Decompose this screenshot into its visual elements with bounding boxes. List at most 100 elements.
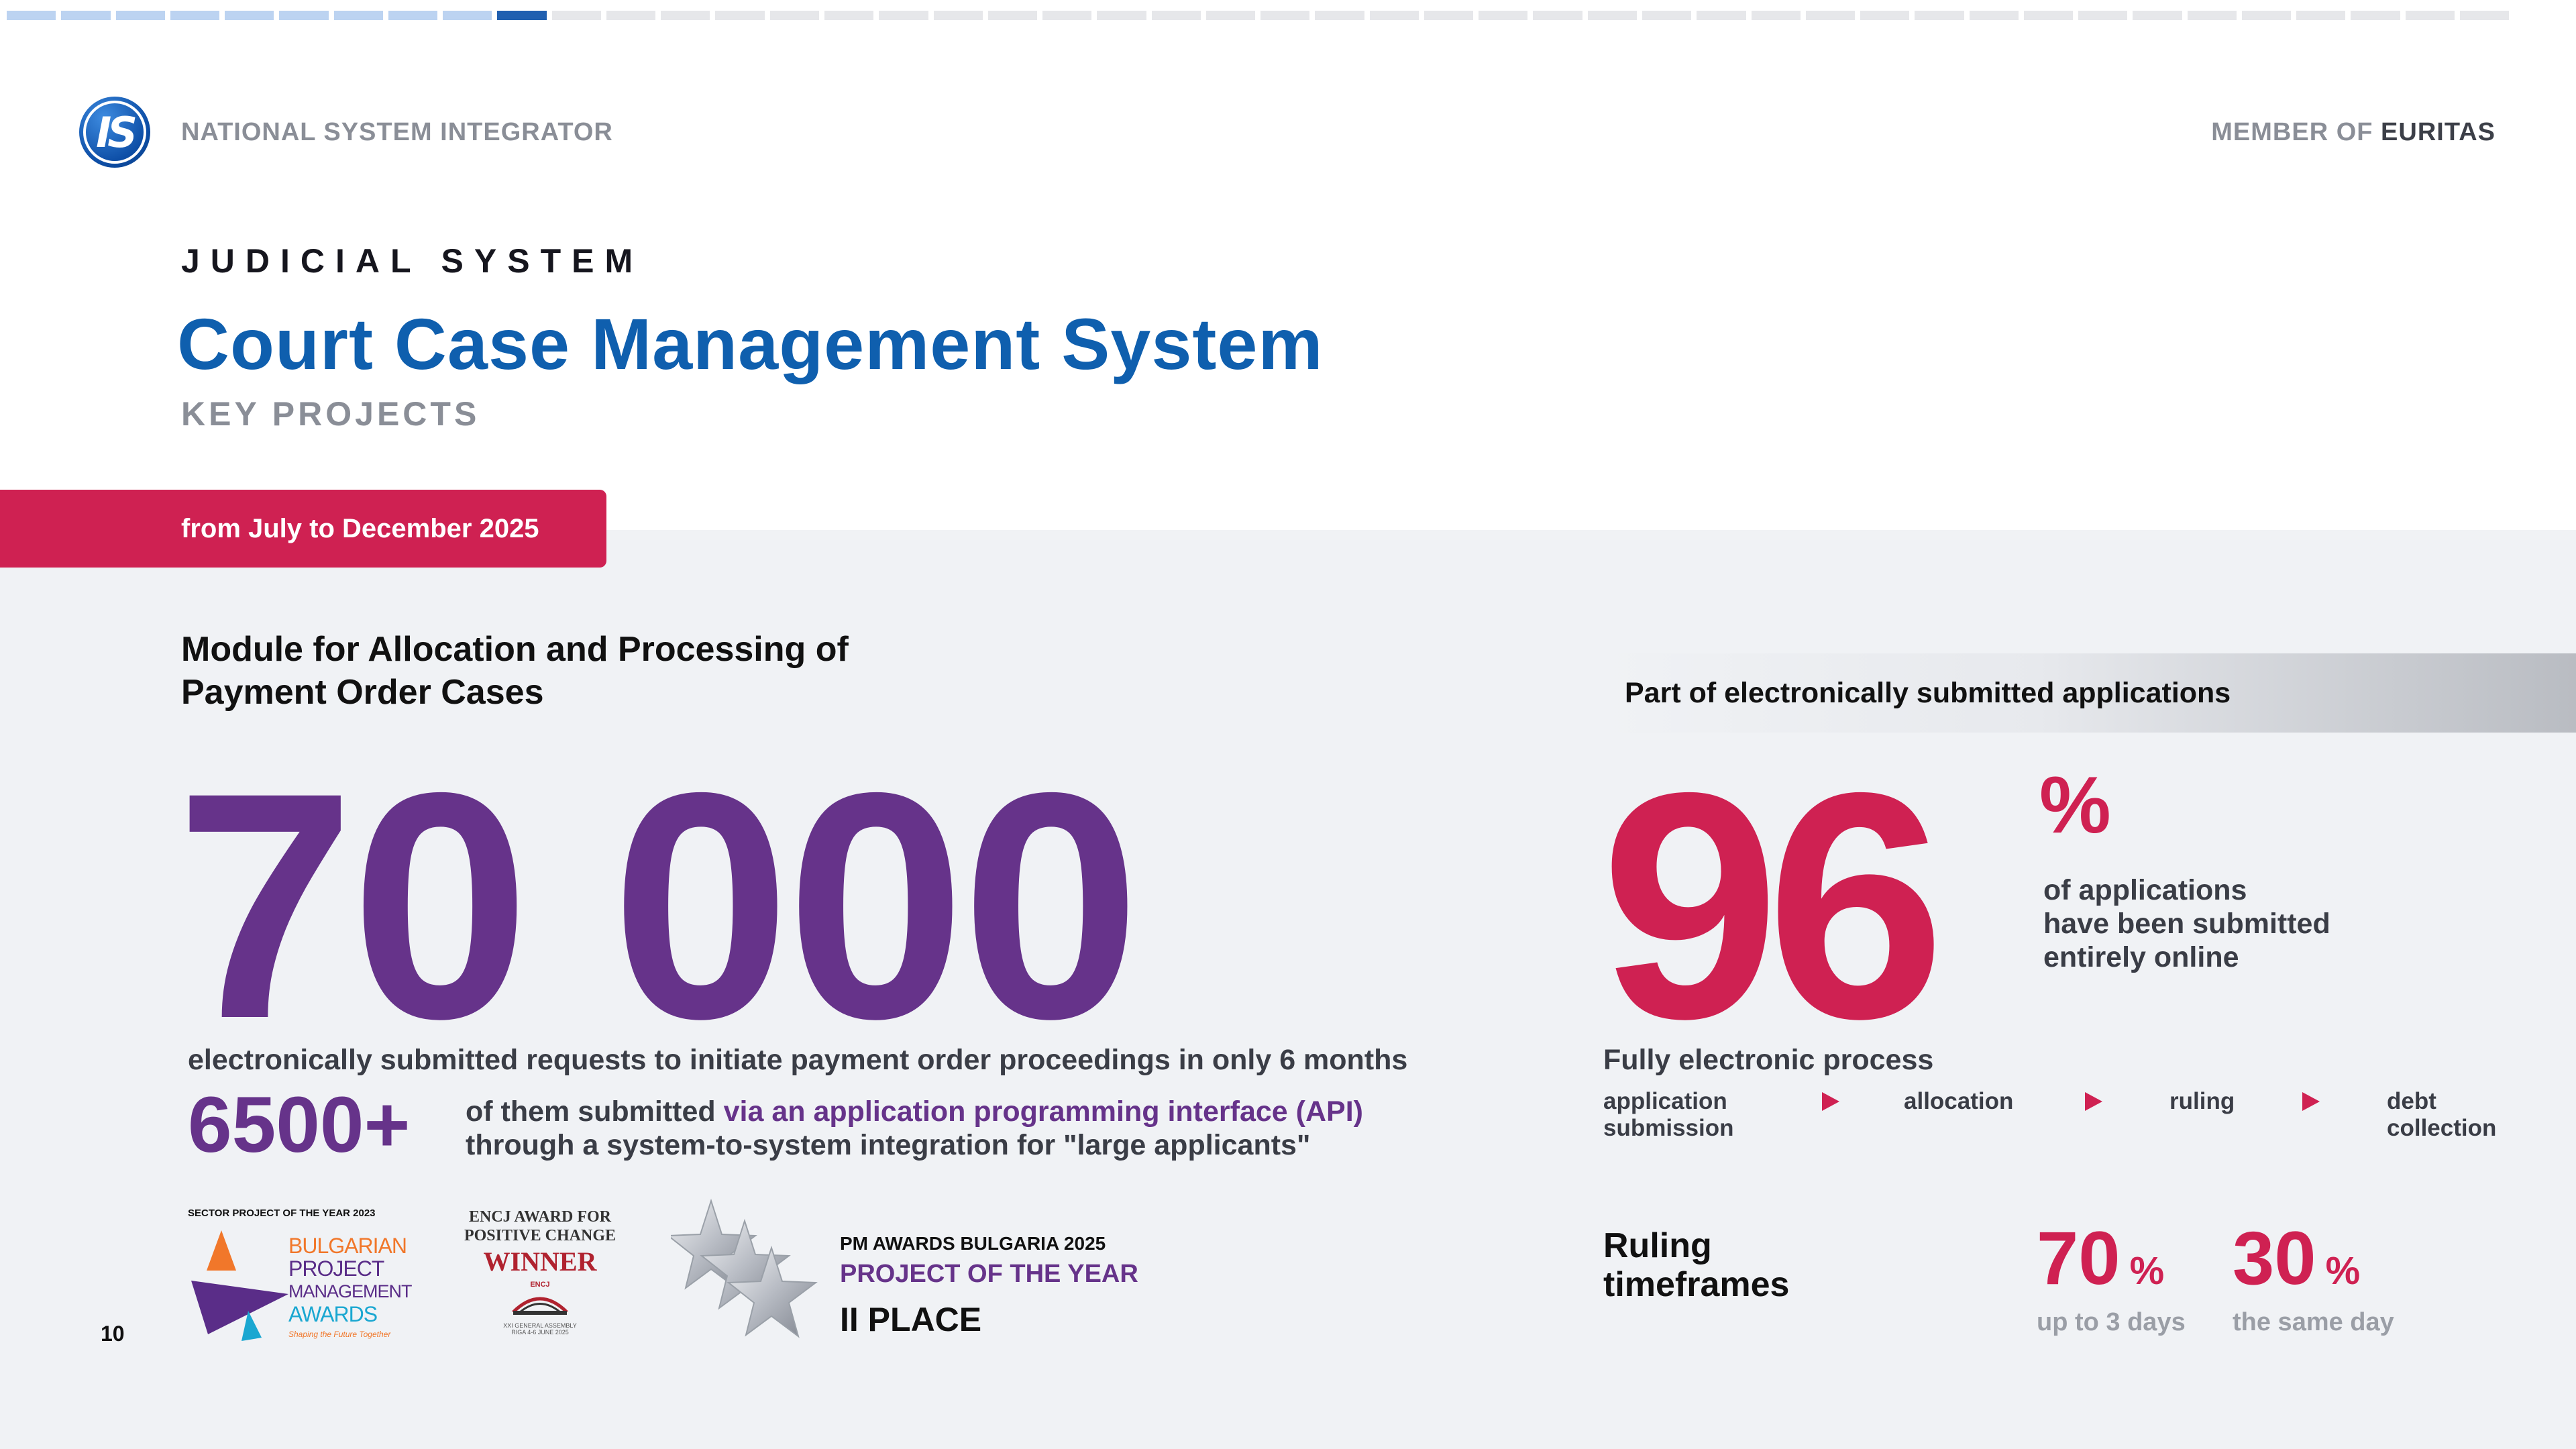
- progress-segment: [1424, 11, 1474, 20]
- process-title: Fully electronic process: [1603, 1044, 1934, 1076]
- online-share-desc-3: entirely online: [2043, 941, 2239, 973]
- ruling-title-line-1: Ruling: [1603, 1226, 1712, 1265]
- page-title: Court Case Management System: [177, 303, 1324, 384]
- progress-segment: [2351, 11, 2400, 20]
- bpma-line-2: PROJECT: [288, 1256, 384, 1281]
- progress-segment: [1969, 11, 2019, 20]
- api-description: of them submitted via an application pro…: [466, 1095, 1363, 1162]
- progress-segment: [170, 11, 220, 20]
- pm-awards-title: PROJECT OF THE YEAR: [840, 1260, 1138, 1288]
- api-text-prefix: of them submitted: [466, 1095, 724, 1128]
- page-subtitle: KEY PROJECTS: [181, 395, 480, 433]
- bpma-caption: SECTOR PROJECT OF THE YEAR 2023: [188, 1208, 376, 1219]
- progress-segment: [2296, 11, 2346, 20]
- ruling-stat-caption: up to 3 days: [2037, 1308, 2186, 1336]
- bpma-line-3: MANAGEMENT: [288, 1281, 413, 1301]
- progress-segment: [1533, 11, 1582, 20]
- bpma-award-logo: SECTOR PROJECT OF THE YEAR 2023 BULGARIA…: [188, 1208, 413, 1348]
- online-share-header: Part of electronically submitted applica…: [1601, 653, 2576, 733]
- encj-bridge-icon: ENCJ: [512, 1281, 568, 1315]
- progress-segment: [606, 11, 656, 20]
- progress-segment: [2187, 11, 2237, 20]
- ruling-timeframes-title: Ruling timeframes: [1603, 1226, 1789, 1304]
- process-step-submission: application submission: [1603, 1088, 1734, 1141]
- period-badge: from July to December 2025: [0, 490, 606, 568]
- progress-segment: [1915, 11, 1964, 20]
- progress-segment: [388, 11, 438, 20]
- progress-segment: [115, 11, 165, 20]
- page-number: 10: [101, 1322, 125, 1346]
- online-share-description: of applications have been submitted enti…: [2043, 873, 2330, 974]
- bpma-line-4: AWARDS: [288, 1302, 378, 1326]
- module-title: Module for Allocation and Processing of …: [181, 628, 986, 714]
- encj-line-2: POSITIVE CHANGE: [464, 1227, 616, 1244]
- encj-sub-1: XXI GENERAL ASSEMBLY: [503, 1322, 577, 1329]
- encj-award-logo: ENCJ AWARD FOR POSITIVE CHANGE WINNER EN…: [456, 1208, 624, 1336]
- slide-progress-bar: [7, 11, 2510, 20]
- progress-segment: [1097, 11, 1146, 20]
- ruling-stat-value: 30: [2233, 1216, 2316, 1300]
- organization-name: NATIONAL SYSTEM INTEGRATOR: [181, 118, 613, 146]
- progress-segment: [1151, 11, 1201, 20]
- progress-segment: [225, 11, 274, 20]
- progress-segment: [1260, 11, 1310, 20]
- section-label: JUDICIAL SYSTEM: [181, 242, 644, 280]
- process-step-allocation: allocation: [1904, 1088, 2014, 1114]
- ruling-stat-unit: %: [2129, 1249, 2165, 1293]
- progress-segment: [1805, 11, 1856, 20]
- progress-segment: [824, 11, 874, 20]
- module-title-line-1: Module for Allocation and Processing of: [181, 630, 849, 669]
- progress-segment: [61, 11, 111, 20]
- progress-segment: [715, 11, 765, 20]
- progress-segment: [1479, 11, 1528, 20]
- progress-segment: [2023, 11, 2074, 20]
- encj-line-1: ENCJ AWARD FOR: [468, 1208, 611, 1226]
- api-text-line-2: through a system-to-system integration f…: [466, 1129, 1311, 1161]
- pm-awards-place: II PLACE: [840, 1301, 982, 1338]
- requests-count: 70 000: [176, 725, 1140, 1085]
- pm-awards-label: PM AWARDS BULGARIA 2025: [840, 1233, 1106, 1254]
- arrow-right-icon: [1822, 1092, 1839, 1111]
- api-requests-count: 6500+: [188, 1081, 411, 1169]
- arrow-right-icon: [2302, 1092, 2320, 1111]
- arrow-right-icon: [2085, 1092, 2102, 1111]
- logo-text: IS: [96, 107, 138, 157]
- encj-logo-text: ENCJ: [530, 1281, 549, 1289]
- progress-segment: [443, 11, 492, 20]
- progress-segment: [1042, 11, 1092, 20]
- ruling-stat-same-day: 30% the same day: [2233, 1221, 2394, 1337]
- requests-description: electronically submitted requests to ini…: [188, 1044, 1408, 1076]
- progress-segment: [933, 11, 983, 20]
- ruling-title-line-2: timeframes: [1603, 1265, 1790, 1304]
- progress-segment: [1587, 11, 1637, 20]
- progress-segment: [1315, 11, 1364, 20]
- company-logo: IS: [79, 97, 150, 168]
- progress-segment: [1697, 11, 1746, 20]
- online-share-desc-1: of applications: [2043, 874, 2247, 906]
- bpma-line-1: BULGARIAN: [288, 1234, 407, 1258]
- progress-segment: [333, 11, 383, 20]
- progress-segment: [879, 11, 928, 20]
- progress-segment: [1369, 11, 1419, 20]
- member-prefix: MEMBER OF: [2211, 118, 2373, 146]
- ruling-stat-3-days: 70% up to 3 days: [2037, 1221, 2186, 1337]
- member-name: EURITAS: [2381, 118, 2496, 146]
- progress-segment: [2405, 11, 2455, 20]
- progress-segment: [1860, 11, 1910, 20]
- progress-segment: [7, 11, 56, 20]
- ruling-stat-value: 70: [2037, 1216, 2121, 1300]
- progress-segment: [279, 11, 329, 20]
- process-flow: application submission allocation ruling …: [1603, 1088, 2502, 1148]
- membership-label: MEMBER OF EURITAS: [2211, 118, 2496, 147]
- progress-segment: [2078, 11, 2128, 20]
- ruling-stat-unit: %: [2325, 1249, 2361, 1293]
- progress-segment: [497, 11, 547, 20]
- api-text-highlight: via an application programming interface…: [723, 1095, 1363, 1128]
- progress-segment: [1751, 11, 1801, 20]
- online-share-desc-2: have been submitted: [2043, 908, 2330, 940]
- online-share-percent-sign: %: [2039, 760, 2111, 850]
- bpma-star-icon: [191, 1230, 288, 1341]
- progress-segment: [2133, 11, 2182, 20]
- module-title-line-2: Payment Order Cases: [181, 673, 544, 712]
- process-step-ruling: ruling: [2169, 1088, 2235, 1114]
